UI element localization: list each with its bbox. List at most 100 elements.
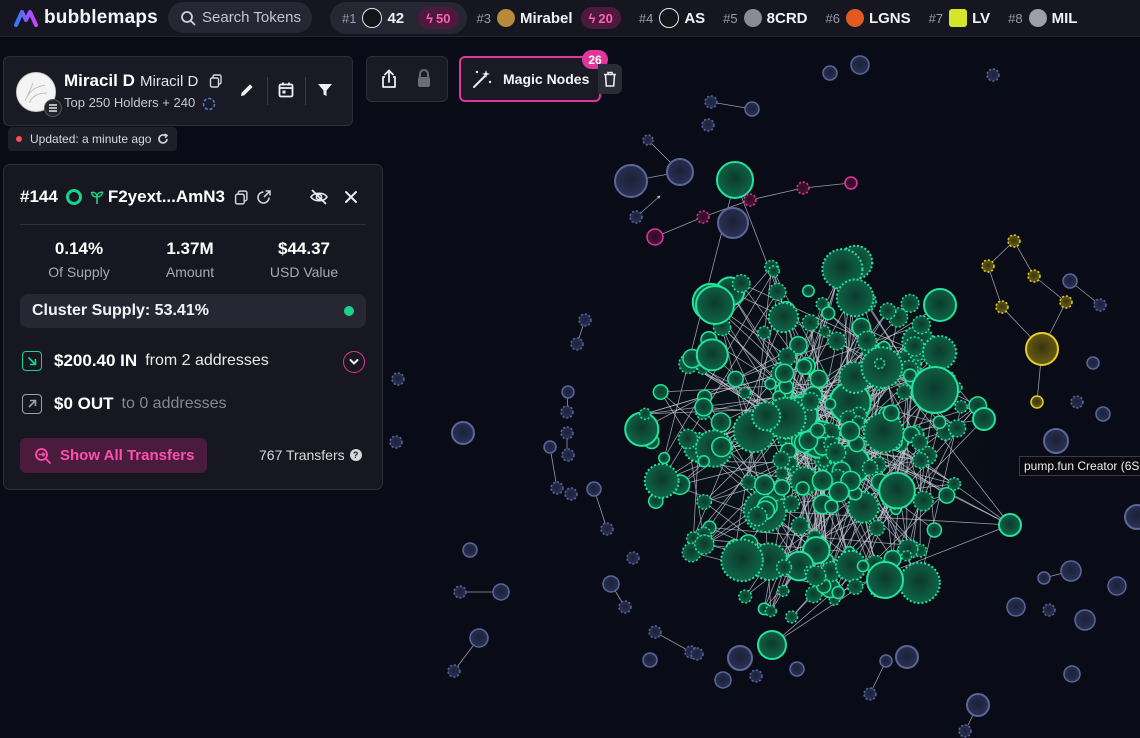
holder-bubble[interactable]	[773, 479, 791, 496]
holder-bubble[interactable]	[1124, 504, 1140, 530]
holder-bubble[interactable]	[947, 477, 962, 491]
inflow-row[interactable]: $200.40 IN from 2 addresses	[22, 351, 269, 371]
holder-bubble[interactable]	[912, 490, 934, 512]
holder-bubble[interactable]	[774, 363, 795, 384]
holder-bubble[interactable]	[790, 516, 810, 536]
creator-bubble[interactable]	[1030, 395, 1044, 409]
holder-bubble[interactable]	[561, 448, 575, 462]
rank-item-lv[interactable]: #7 LV	[929, 9, 990, 27]
holder-bubble[interactable]	[764, 377, 777, 391]
holder-bubble[interactable]	[751, 401, 782, 432]
rank-item-42[interactable]: #1 42 ϟ 50	[330, 2, 467, 34]
holder-bubble[interactable]	[727, 370, 744, 388]
creator-bubble[interactable]	[995, 300, 1009, 314]
holder-bubble[interactable]	[1093, 298, 1107, 312]
holder-bubble[interactable]	[561, 385, 575, 399]
holder-bubble[interactable]	[1107, 576, 1127, 596]
holder-bubble[interactable]	[775, 559, 793, 576]
holder-bubble[interactable]	[868, 519, 886, 537]
holder-bubble[interactable]	[811, 469, 833, 492]
holder-bubble[interactable]	[782, 494, 801, 513]
holder-bubble[interactable]	[614, 164, 648, 198]
holder-bubble[interactable]	[898, 561, 941, 605]
holder-bubble[interactable]	[910, 433, 929, 451]
holder-bubble[interactable]	[805, 565, 827, 587]
holder-bubble[interactable]	[764, 604, 778, 618]
holder-bubble[interactable]	[863, 687, 877, 701]
brand[interactable]: bubblemaps	[14, 7, 164, 29]
magic-node-bubble[interactable]	[844, 176, 858, 190]
holder-bubble[interactable]	[560, 426, 574, 440]
holder-bubble[interactable]	[1037, 571, 1051, 585]
search-input[interactable]: Search Tokens	[168, 2, 312, 33]
rank-item-8crd[interactable]: #5 8CRD	[723, 9, 807, 27]
creator-bubble[interactable]	[981, 259, 995, 273]
holder-bubble[interactable]	[714, 671, 732, 689]
holder-bubble[interactable]	[754, 474, 775, 496]
holder-bubble[interactable]	[800, 391, 821, 412]
holder-bubble[interactable]	[642, 134, 654, 146]
magic-node-bubble[interactable]	[696, 210, 710, 224]
holder-bubble[interactable]	[704, 95, 718, 109]
holder-bubble[interactable]	[958, 724, 972, 738]
holder-bubble[interactable]	[648, 625, 662, 639]
holder-bubble[interactable]	[856, 559, 870, 573]
holder-bubble[interactable]	[453, 585, 467, 599]
holder-bubble[interactable]	[697, 455, 711, 468]
holder-bubble[interactable]	[828, 481, 850, 503]
holder-bubble[interactable]	[809, 422, 826, 439]
holder-bubble[interactable]	[389, 435, 403, 449]
holder-bubble[interactable]	[694, 534, 715, 555]
rank-item-lgns[interactable]: #6 LGNS	[825, 9, 911, 27]
holder-bubble[interactable]	[900, 549, 913, 562]
holder-bubble[interactable]	[938, 486, 956, 504]
magic-node-bubble[interactable]	[646, 228, 664, 246]
holder-bubble[interactable]	[839, 420, 861, 442]
holder-bubble[interactable]	[643, 462, 680, 499]
expand-inflow-button[interactable]	[343, 351, 365, 373]
close-panel-button[interactable]	[341, 187, 361, 207]
refresh-icon[interactable]	[157, 133, 169, 145]
copy-icon[interactable]	[209, 74, 223, 88]
help-icon[interactable]: ?	[349, 449, 362, 461]
holder-bubble[interactable]	[785, 610, 799, 624]
holder-bubble[interactable]	[717, 207, 749, 239]
holder-bubble[interactable]	[831, 585, 845, 600]
holder-bubble[interactable]	[850, 55, 870, 75]
holder-bubble[interactable]	[543, 440, 557, 454]
holder-bubble[interactable]	[1062, 273, 1078, 289]
holder-bubble[interactable]	[1063, 665, 1081, 683]
holder-bubble[interactable]	[795, 481, 810, 496]
holder-bubble[interactable]	[626, 551, 640, 565]
holder-bubble[interactable]	[846, 578, 864, 596]
holder-bubble[interactable]	[801, 284, 815, 298]
rank-item-as[interactable]: #4 AS	[639, 8, 705, 28]
holder-bubble[interactable]	[629, 210, 643, 224]
holder-bubble[interactable]	[731, 274, 751, 294]
holder-bubble[interactable]	[666, 158, 694, 186]
holder-bubble[interactable]	[772, 450, 791, 469]
holder-bubble[interactable]	[824, 397, 837, 411]
holder-bubble[interactable]	[757, 325, 772, 340]
holder-bubble[interactable]	[873, 357, 886, 370]
share-icon[interactable]	[380, 69, 398, 89]
holder-bubble[interactable]	[879, 302, 897, 320]
holder-bubble[interactable]	[821, 306, 836, 321]
holder-bubble[interactable]	[900, 293, 920, 313]
holder-bubble[interactable]	[774, 466, 789, 481]
holder-bubble[interactable]	[911, 451, 929, 469]
holder-bubble[interactable]	[711, 436, 732, 458]
holder-bubble[interactable]	[701, 118, 715, 132]
holder-bubble[interactable]	[716, 161, 754, 199]
holder-bubble[interactable]	[911, 315, 931, 335]
holder-bubble[interactable]	[926, 522, 943, 538]
holder-bubble[interactable]	[1006, 597, 1026, 617]
cluster-supply-bar[interactable]: Cluster Supply: 53.41%	[20, 294, 366, 328]
copy-address-button[interactable]	[231, 187, 251, 207]
open-external-button[interactable]	[254, 187, 274, 207]
holder-bubble[interactable]	[720, 538, 764, 583]
holder-bubble[interactable]	[986, 68, 1000, 82]
creator-bubble[interactable]	[1007, 234, 1021, 248]
holder-bubble[interactable]	[921, 335, 958, 371]
holder-bubble[interactable]	[727, 645, 753, 671]
